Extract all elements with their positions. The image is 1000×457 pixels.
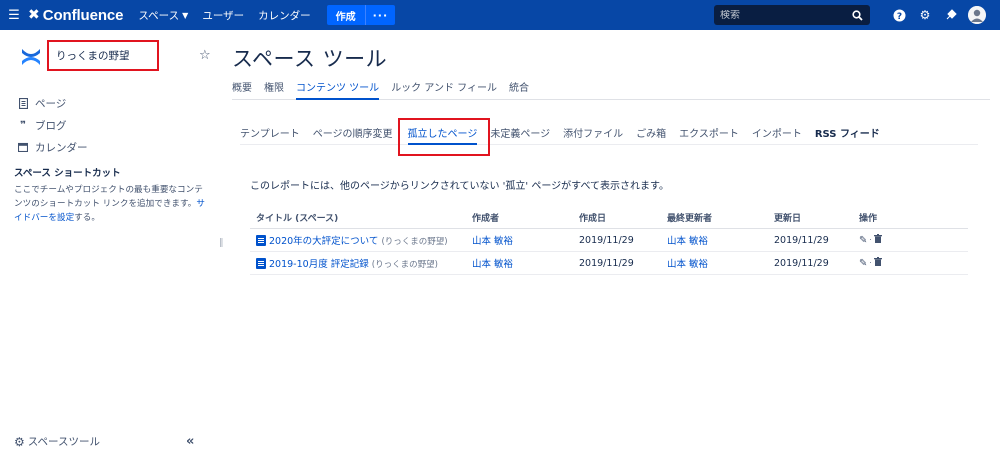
orphaned-pages-table: タイトル (スペース) 作成者 作成日 最終更新者 更新日 操作 2020年の大… (250, 207, 968, 275)
shortcut-description-text: ここでチームやプロジェクトの最も重要なコンテンツのショートカット リンクを追加で… (14, 185, 203, 209)
confluence-logo[interactable]: ✖ Confluence (28, 0, 131, 30)
row-actions: ✎ · (859, 257, 919, 269)
table-header: タイトル (スペース) 作成者 作成日 最終更新者 更新日 操作 (250, 207, 968, 229)
subtab-export[interactable]: エクスポート (679, 125, 739, 145)
modifier-link[interactable]: 山本 敏裕 (667, 233, 774, 247)
nav-spaces-label: スペース (138, 9, 180, 22)
header-modified[interactable]: 更新日 (774, 211, 859, 224)
edit-icon[interactable]: ✎ (859, 235, 867, 246)
page-icon (16, 97, 30, 109)
created-date: 2019/11/29 (579, 257, 634, 269)
report-description: このレポートには、他のページからリンクされていない '孤立' ページがすべて表示… (250, 181, 670, 192)
creator-link[interactable]: 山本 敏裕 (472, 233, 579, 247)
modifier-link[interactable]: 山本 敏裕 (667, 256, 774, 270)
blog-icon: ❞ (20, 119, 26, 131)
search-icon[interactable] (850, 8, 864, 22)
subtab-trash[interactable]: ごみ箱 (636, 125, 666, 145)
subtab-templates[interactable]: テンプレート (240, 125, 300, 145)
search-input[interactable] (720, 9, 850, 21)
edit-icon[interactable]: ✎ (859, 258, 867, 269)
space-tools-tabs: 概要 権限 コンテンツ ツール ルック アンド フィール 統合 (232, 78, 990, 100)
confluence-logo-icon: ✖ (28, 7, 40, 23)
sidebar-item-blog[interactable]: ❞ ブログ (16, 114, 88, 136)
modified-date: 2019/11/29 (774, 257, 829, 269)
space-tools-button[interactable]: ⚙ スペースツール (14, 434, 100, 449)
gear-icon: ⚙ (14, 434, 25, 449)
trash-icon[interactable] (873, 234, 882, 246)
tab-overview[interactable]: 概要 (232, 78, 252, 100)
logo-text: Confluence (42, 6, 124, 24)
page-title: スペース ツール (232, 47, 388, 71)
chevron-down-icon: ▼ (182, 10, 189, 20)
collapse-sidebar-icon[interactable]: « (186, 434, 194, 449)
top-icons: ? ⚙ (886, 0, 986, 30)
avatar[interactable] (968, 6, 986, 24)
space-tools-label: スペースツール (27, 436, 101, 448)
subtab-attachments[interactable]: 添付ファイル (563, 125, 623, 145)
tab-integrations[interactable]: 統合 (509, 78, 529, 100)
page-title-link[interactable]: 2020年の大評定について (269, 236, 378, 247)
space-name[interactable]: りっくまの野望 (47, 40, 159, 71)
help-icon[interactable]: ? (886, 0, 912, 30)
header-created[interactable]: 作成日 (579, 211, 667, 224)
settings-icon[interactable]: ⚙ (912, 0, 938, 30)
menu-icon[interactable]: ☰ (0, 0, 28, 30)
sidebar: りっくまの野望 ☆ ページ ❞ ブログ カレンダー スペース ショートカット こ… (0, 30, 218, 457)
svg-text:?: ? (896, 12, 901, 22)
top-navigation-bar: ☰ ✖ Confluence スペース ▼ ユーザー カレンダー 作成 ··· … (0, 0, 1000, 30)
tab-content-tools[interactable]: コンテンツ ツール (296, 78, 380, 100)
main-content: スペース ツール 概要 権限 コンテンツ ツール ルック アンド フィール 統合… (218, 30, 1000, 457)
create-button-group: 作成 ··· (326, 5, 396, 25)
header-last-modifier[interactable]: 最終更新者 (667, 211, 774, 224)
create-button[interactable]: 作成 (327, 5, 366, 25)
space-name-label: (りっくまの野望) (371, 260, 438, 270)
page-icon (256, 235, 266, 246)
shortcut-description: ここでチームやプロジェクトの最も重要なコンテンツのショートカット リンクを追加で… (14, 183, 210, 225)
table-row: 2020年の大評定について (りっくまの野望) 山本 敏裕 2019/11/29… (250, 229, 968, 252)
modified-date: 2019/11/29 (774, 234, 829, 246)
action-separator: · (869, 259, 872, 267)
subtab-import[interactable]: インポート (752, 125, 802, 145)
nav-users[interactable]: ユーザー (195, 0, 251, 30)
header-title[interactable]: タイトル (スペース) (250, 211, 472, 224)
row-actions: ✎ · (859, 234, 919, 246)
sidebar-item-label: ページ (35, 97, 67, 110)
sidebar-item-calendar[interactable]: カレンダー (16, 136, 88, 158)
action-separator: · (869, 236, 872, 244)
sidebar-item-pages[interactable]: ページ (16, 92, 88, 114)
nav-spaces[interactable]: スペース ▼ (131, 0, 195, 30)
highlight-annotation-box (398, 118, 490, 156)
star-icon[interactable]: ☆ (199, 48, 211, 63)
space-name-label: (りっくまの野望) (381, 237, 448, 247)
header-actions: 操作 (859, 214, 878, 224)
notifications-icon[interactable] (938, 0, 964, 30)
cell-title: 2019-10月度 評定記録 (りっくまの野望) (250, 256, 472, 270)
creator-link[interactable]: 山本 敏裕 (472, 256, 579, 270)
page-title-link[interactable]: 2019-10月度 評定記録 (269, 259, 369, 270)
created-date: 2019/11/29 (579, 234, 634, 246)
tab-look-and-feel[interactable]: ルック アンド フィール (391, 78, 497, 100)
sidebar-item-label: ブログ (35, 119, 67, 132)
page-icon (256, 258, 266, 269)
search-box (714, 5, 870, 25)
create-more-button[interactable]: ··· (366, 5, 396, 25)
subtab-rss-feeds[interactable]: RSS フィード (815, 125, 880, 145)
content-tools-subtabs: テンプレート ページの順序変更 孤立したページ 未定義ページ 添付ファイル ごみ… (240, 125, 978, 145)
subtab-reorder-pages[interactable]: ページの順序変更 (313, 125, 393, 145)
space-logo-icon[interactable] (20, 45, 42, 69)
table-row: 2019-10月度 評定記録 (りっくまの野望) 山本 敏裕 2019/11/2… (250, 252, 968, 275)
tab-permissions[interactable]: 権限 (264, 78, 284, 100)
shortcut-description-suffix: する。 (74, 213, 100, 223)
shortcut-title: スペース ショートカット (14, 168, 121, 179)
nav-calendar[interactable]: カレンダー (251, 0, 318, 30)
calendar-icon (16, 142, 30, 152)
trash-icon[interactable] (873, 257, 882, 269)
subtab-undefined-pages[interactable]: 未定義ページ (490, 125, 550, 145)
header-creator[interactable]: 作成者 (472, 211, 579, 224)
sidebar-links: ページ ❞ ブログ カレンダー (16, 92, 88, 158)
sidebar-item-label: カレンダー (35, 141, 88, 154)
cell-title: 2020年の大評定について (りっくまの野望) (250, 233, 472, 247)
